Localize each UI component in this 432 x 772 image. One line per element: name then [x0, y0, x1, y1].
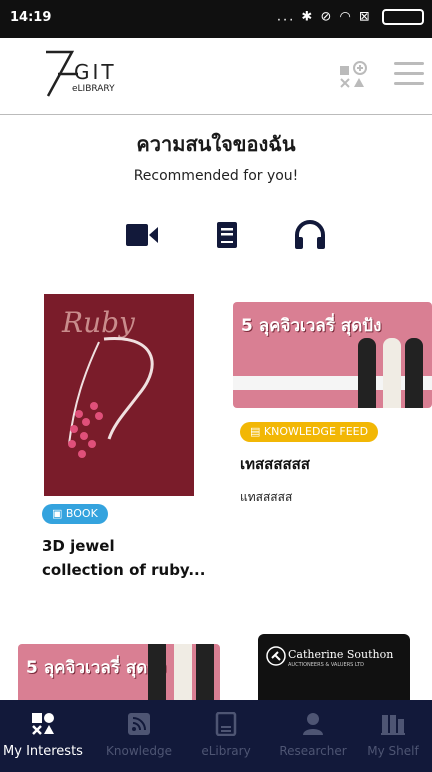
menu-line-icon: [394, 82, 424, 85]
catherine-southon-name: Catherine Southon: [288, 648, 394, 661]
book-badge: ▣ BOOK: [42, 504, 108, 524]
catherine-southon-sub: AUCTIONEERS & VALUERS LTD: [288, 662, 364, 668]
jewel-illustration-icon: [68, 336, 154, 458]
shapes-icon: [32, 713, 54, 735]
book-icon: [215, 712, 237, 736]
logo-elibrary-text: eLIBRARY: [72, 84, 115, 94]
battery-icon: [382, 9, 424, 25]
page-subtitle: Recommended for you!: [133, 168, 299, 184]
video-icon: [126, 224, 158, 246]
nav-label: Knowledge: [106, 744, 172, 758]
feed-badge-icon: ▤: [250, 425, 261, 438]
knowledge-feed-banner[interactable]: 5 ลุคจิวเวลรี่ สุดปัง: [233, 302, 432, 408]
book-badge-icon: ▣: [52, 507, 63, 520]
banner-figure: [358, 338, 376, 408]
banner-figure: [148, 644, 166, 704]
banner-figure: [383, 338, 401, 408]
git-elibrary-logo[interactable]: GIT eLIBRARY: [42, 48, 122, 100]
bottom-navigation: My Interests Knowledge eLibrary Research…: [0, 700, 432, 772]
book-icon: [217, 222, 237, 248]
banner-figure: [405, 338, 423, 408]
book-cover-image[interactable]: Ruby: [44, 294, 194, 496]
banner-figure: [196, 644, 214, 704]
video-filter-button[interactable]: [124, 220, 160, 250]
shapes-add-button[interactable]: [338, 60, 368, 90]
book-title-line2: collection of ruby...: [42, 561, 206, 579]
book-title-line1: 3D jewel: [42, 537, 115, 555]
nav-my-shelf[interactable]: My Shelf: [350, 700, 432, 772]
logo-git-text: GIT: [74, 60, 117, 84]
status-icons: ... ✱ ⊘ ◠ ⊠: [277, 9, 424, 25]
shelf-icon: [381, 715, 405, 735]
nav-elibrary[interactable]: eLibrary: [183, 700, 269, 772]
rss-feed-icon: [128, 713, 150, 735]
status-time: 14:19: [10, 10, 52, 25]
page-title: ความสนใจของฉัน: [136, 132, 296, 156]
hamburger-menu-button[interactable]: [394, 62, 424, 86]
nav-researcher[interactable]: Researcher: [270, 700, 356, 772]
status-indicators: ... ✱ ⊘ ◠ ⊠: [276, 9, 372, 25]
status-bar: 14:19 ... ✱ ⊘ ◠ ⊠: [0, 0, 432, 38]
banner-headline: 5 ลุคจิวเวลรี่ สุดปัง: [241, 316, 382, 336]
nav-label: Researcher: [279, 744, 347, 758]
banner-figure: [174, 644, 192, 704]
nav-knowledge[interactable]: Knowledge: [96, 700, 182, 772]
feed-subtitle: แทสสสสส: [240, 490, 293, 504]
shapes-plus-icon: [340, 61, 367, 88]
knowledge-feed-badge-label: KNOWLEDGE FEED: [263, 425, 369, 438]
book-filter-button[interactable]: [212, 220, 248, 250]
headphones-icon: [295, 220, 325, 249]
knowledge-feed-banner-2[interactable]: 5 ลุคจิวเวลรี่ สุดปัง: [18, 644, 220, 704]
menu-line-icon: [394, 72, 424, 75]
researcher-icon: [303, 713, 323, 735]
book-badge-label: BOOK: [65, 507, 98, 520]
feed-title[interactable]: เทสสสสสส: [240, 452, 310, 476]
book-title[interactable]: 3D jewel collection of ruby...: [42, 534, 212, 582]
gavel-icon: [266, 646, 286, 666]
nav-label: eLibrary: [201, 744, 251, 758]
knowledge-feed-badge: ▤ KNOWLEDGE FEED: [240, 422, 379, 442]
app-bar: GIT eLIBRARY: [0, 38, 432, 115]
banner-headline-2: 5 ลุคจิวเวลรี่ สุดปัง: [26, 658, 167, 678]
media-filter-bar: [0, 220, 432, 250]
nav-label: My Shelf: [367, 744, 419, 758]
audio-filter-button[interactable]: [292, 220, 328, 250]
banner-caption-strip: [233, 376, 432, 390]
nav-label: My Interests: [3, 744, 83, 759]
menu-line-icon: [394, 62, 424, 65]
nav-my-interests[interactable]: My Interests: [0, 700, 86, 772]
